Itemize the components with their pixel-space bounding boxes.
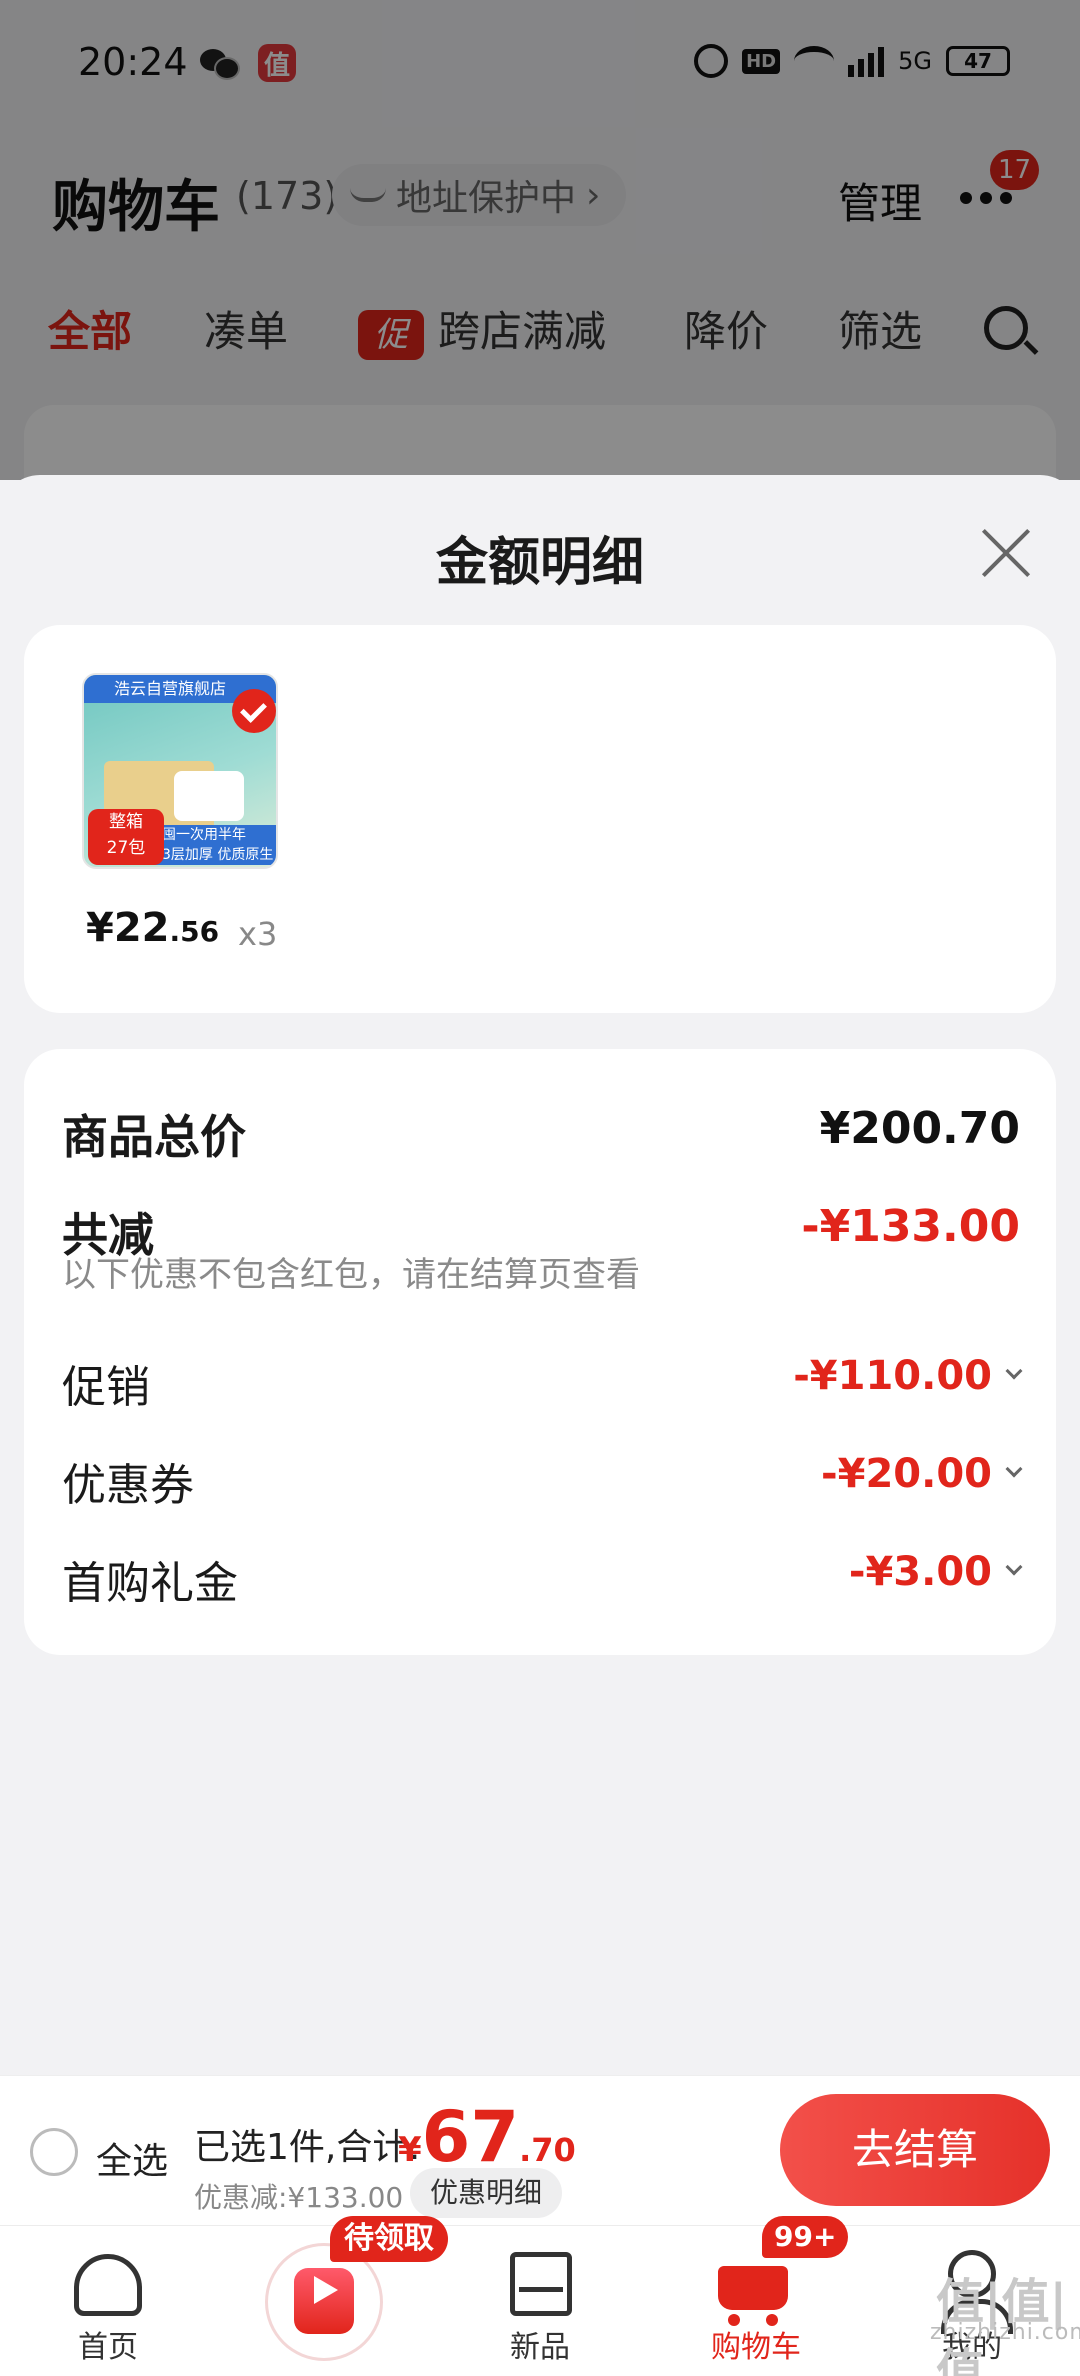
selected-summary: 已选1件,合计: bbox=[194, 2127, 421, 2168]
promotion-row-value[interactable]: -¥110.00 bbox=[793, 1353, 1023, 1399]
product-thumbnail[interactable]: 浩云自营旗舰店 囤一次用半年 3层加厚 优质原生木浆 整箱 27包 bbox=[82, 673, 278, 869]
coupon-label: 优惠券 bbox=[62, 1460, 194, 1511]
coupon-row-value[interactable]: -¥20.00 bbox=[821, 1451, 1023, 1497]
total-price-label: 商品总价 bbox=[62, 1110, 246, 1164]
checkout-button[interactable]: 去结算 bbox=[780, 2094, 1050, 2206]
product-strip-line2: 3层加厚 优质原生木浆 bbox=[162, 847, 274, 863]
item-unit-price: ¥22.56 bbox=[86, 905, 220, 951]
product-card: 浩云自营旗舰店 囤一次用半年 3层加厚 优质原生木浆 整箱 27包 ¥22.56… bbox=[24, 625, 1056, 1013]
bottom-nav: 首页 待领取 新品 购物车 99+ 我的 bbox=[0, 2216, 1080, 2376]
cart-icon bbox=[718, 2266, 788, 2326]
close-icon[interactable] bbox=[978, 525, 1034, 581]
watermark-logo: 值|值|值 bbox=[936, 2274, 1068, 2376]
modal-backdrop[interactable] bbox=[0, 0, 1080, 480]
amount-detail-sheet: 金额明细 浩云自营旗舰店 囤一次用半年 3层加厚 优质原生木浆 整箱 27包 ¥… bbox=[0, 475, 1080, 2075]
product-strip-line1: 囤一次用半年 bbox=[162, 827, 246, 843]
item-quantity: x3 bbox=[238, 915, 278, 953]
watermark-text: zhizhizhi.com bbox=[930, 2320, 1080, 2345]
cart-count-badge: 99+ bbox=[762, 2216, 849, 2258]
play-icon bbox=[314, 2276, 338, 2304]
sheet-title: 金额明细 bbox=[435, 533, 644, 593]
select-all-label[interactable]: 全选 bbox=[96, 2132, 168, 2184]
home-icon bbox=[74, 2254, 142, 2316]
chevron-down-icon bbox=[1005, 1362, 1023, 1380]
nav-new[interactable]: 新品 bbox=[432, 2226, 648, 2376]
selected-check-icon bbox=[232, 689, 276, 733]
select-all-checkbox[interactable] bbox=[30, 2128, 78, 2176]
total-reduction-value: -¥133.00 bbox=[801, 1201, 1020, 1252]
discount-amount: 优惠减:¥133.00 bbox=[194, 2181, 404, 2214]
total-amount: ¥67.70 bbox=[398, 2096, 576, 2178]
discount-detail-button[interactable]: 优惠明细 bbox=[410, 2168, 563, 2218]
first-purchase-gift-label: 首购礼金 bbox=[62, 1558, 238, 1609]
price-summary-card: 商品总价 ¥200.70 共减 -¥133.00 以下优惠不包含红包，请在结算页… bbox=[24, 1049, 1056, 1655]
chevron-down-icon bbox=[1005, 1558, 1023, 1576]
checkout-bar: 全选 已选1件,合计: ¥67.70 优惠减:¥133.00 优惠明细 去结算 bbox=[0, 2075, 1080, 2225]
total-price-value: ¥200.70 bbox=[819, 1103, 1020, 1154]
first-purchase-gift-row-value[interactable]: -¥3.00 bbox=[849, 1549, 1023, 1595]
pack-size-tag: 整箱 27包 bbox=[88, 809, 164, 865]
promotion-label: 促销 bbox=[62, 1362, 150, 1413]
reduction-note: 以下优惠不包含红包，请在结算页查看 bbox=[62, 1255, 640, 1295]
cube-icon bbox=[510, 2252, 572, 2316]
nav-home[interactable]: 首页 bbox=[0, 2226, 216, 2376]
chevron-down-icon bbox=[1005, 1460, 1023, 1478]
claim-badge: 待领取 bbox=[330, 2216, 448, 2262]
